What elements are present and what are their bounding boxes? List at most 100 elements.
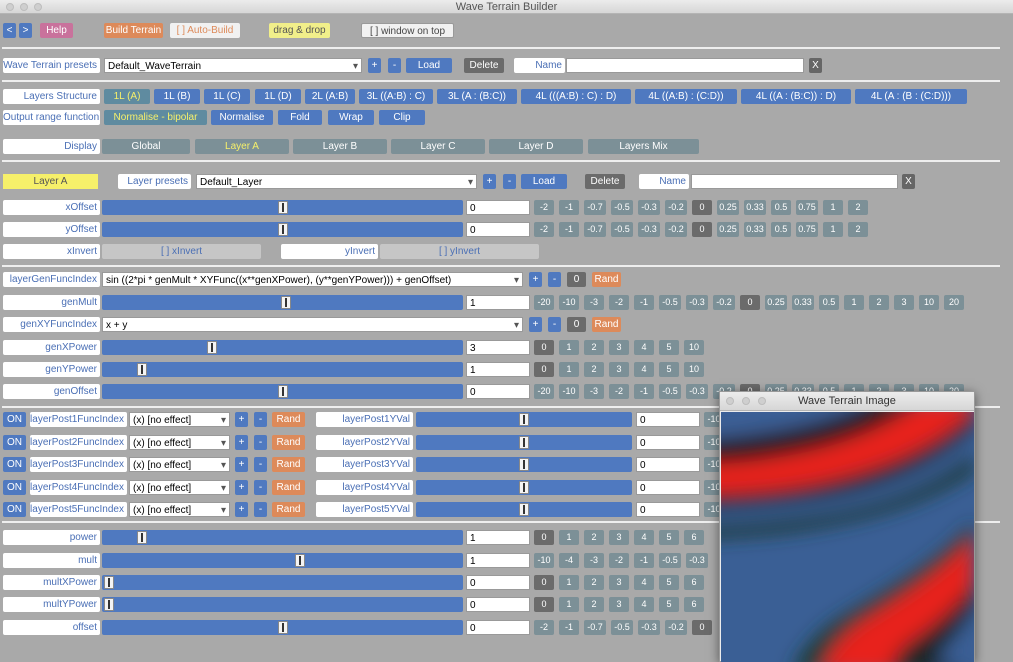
next-button[interactable]: > — [19, 23, 32, 38]
offset-slider[interactable] — [102, 620, 463, 635]
display-option-global[interactable]: Global — [102, 139, 190, 154]
gen-func-menu[interactable]: sin ((2*pi * genMult * XYFunc((x**genXPo… — [102, 272, 523, 287]
xoffset-preset-button[interactable]: 0.25 — [717, 200, 739, 215]
mult-x-power-preset-button[interactable]: 2 — [584, 575, 604, 590]
yoffset-preset-button[interactable]: -2 — [534, 222, 554, 237]
gen-x-power-preset-button[interactable]: 2 — [584, 340, 604, 355]
post-minus-button[interactable]: - — [254, 457, 267, 472]
mult-preset-button[interactable]: -2 — [609, 553, 629, 568]
layer-preset-load-button[interactable]: Load — [521, 174, 567, 189]
post-minus-button[interactable]: - — [254, 502, 267, 517]
power-preset-button[interactable]: 5 — [659, 530, 679, 545]
output-option-5[interactable]: Clip — [379, 110, 425, 125]
yoffset-preset-button[interactable]: -1 — [559, 222, 579, 237]
post-yval-slider[interactable] — [416, 502, 632, 517]
gen-mult-value[interactable]: 1 — [466, 295, 530, 310]
gen-mult-preset-button[interactable]: 10 — [919, 295, 939, 310]
gen-y-power-preset-button[interactable]: 3 — [609, 362, 629, 377]
power-preset-button[interactable]: 6 — [684, 530, 704, 545]
mult-preset-button[interactable]: -0.3 — [686, 553, 708, 568]
mult-x-power-preset-button[interactable]: 6 — [684, 575, 704, 590]
prev-button[interactable]: < — [3, 23, 16, 38]
structure-option-11[interactable]: 4L (A : (B : (C:D))) — [855, 89, 967, 104]
structure-option-2[interactable]: 1L (B) — [154, 89, 200, 104]
post-yval-slider[interactable] — [416, 479, 632, 495]
layer-presets-menu[interactable]: Default_Layer — [196, 174, 477, 189]
slider-handle[interactable] — [519, 435, 529, 449]
yoffset-slider[interactable] — [102, 222, 463, 237]
display-option-layer-d[interactable]: Layer D — [489, 139, 583, 154]
gen-offset-preset-button[interactable]: -0.5 — [659, 384, 681, 399]
gen-mult-preset-button[interactable]: 0.33 — [792, 295, 814, 310]
gen-offset-value[interactable]: 0 — [466, 384, 530, 399]
post-rand-button[interactable]: Rand — [272, 434, 305, 450]
gen-mult-preset-button[interactable]: 2 — [869, 295, 889, 310]
mult-x-power-value[interactable]: 0 — [466, 575, 530, 590]
build-terrain-button[interactable]: Build Terrain — [104, 23, 163, 38]
gen-x-power-preset-button[interactable]: 3 — [609, 340, 629, 355]
post-func-menu[interactable]: (x) [no effect] — [129, 479, 230, 495]
gen-mult-preset-button[interactable]: -20 — [534, 295, 554, 310]
gen-offset-preset-button[interactable]: -1 — [634, 384, 654, 399]
output-option-2[interactable]: Normalise — [211, 110, 273, 125]
layer-preset-delete-button[interactable]: Delete — [585, 174, 625, 189]
post-yval-value[interactable]: 0 — [636, 434, 700, 450]
preset-delete-button[interactable]: Delete — [464, 58, 504, 73]
offset-preset-button[interactable]: -2 — [534, 620, 554, 635]
gen-func-minus-button[interactable]: - — [548, 272, 561, 287]
offset-preset-button[interactable]: -0.2 — [665, 620, 687, 635]
mult-y-power-preset-button[interactable]: 0 — [534, 597, 554, 612]
post-on-toggle[interactable]: ON — [3, 479, 26, 495]
yinvert-toggle[interactable]: [ ] yInvert — [380, 244, 539, 259]
post-on-toggle[interactable]: ON — [3, 502, 26, 517]
gen-func-zero-button[interactable]: 0 — [567, 272, 586, 287]
slider-handle[interactable] — [281, 296, 291, 309]
yoffset-preset-button[interactable]: 2 — [848, 222, 868, 237]
vertical-scrollbar[interactable] — [1003, 14, 1013, 662]
structure-option-5[interactable]: 2L (A:B) — [305, 89, 355, 104]
post-yval-value[interactable]: 0 — [636, 479, 700, 495]
gen-offset-preset-button[interactable]: -20 — [534, 384, 554, 399]
mult-preset-button[interactable]: -4 — [559, 553, 579, 568]
gen-offset-preset-button[interactable]: -0.3 — [686, 384, 708, 399]
gen-mult-preset-button[interactable]: -1 — [634, 295, 654, 310]
slider-handle[interactable] — [519, 413, 529, 426]
layer-name-clear-button[interactable]: X — [902, 174, 915, 189]
structure-option-9[interactable]: 4L ((A:B) : (C:D)) — [635, 89, 737, 104]
xoffset-value[interactable]: 0 — [466, 200, 530, 215]
post-func-menu[interactable]: (x) [no effect] — [129, 434, 230, 450]
slider-handle[interactable] — [295, 554, 306, 567]
gen-mult-preset-button[interactable]: 20 — [944, 295, 964, 310]
post-plus-button[interactable]: + — [235, 479, 248, 495]
post-plus-button[interactable]: + — [235, 502, 248, 517]
offset-value[interactable]: 0 — [466, 620, 530, 635]
gen-mult-preset-button[interactable]: 0 — [740, 295, 760, 310]
post-yval-slider[interactable] — [416, 457, 632, 472]
structure-option-8[interactable]: 4L (((A:B) : C) : D) — [521, 89, 631, 104]
offset-preset-button[interactable]: -1 — [559, 620, 579, 635]
gen-xy-plus-button[interactable]: + — [529, 317, 542, 332]
structure-option-1[interactable]: 1L (A) — [104, 89, 150, 104]
layer-preset-minus-button[interactable]: - — [503, 174, 516, 189]
gen-y-power-preset-button[interactable]: 4 — [634, 362, 654, 377]
gen-y-power-preset-button[interactable]: 1 — [559, 362, 579, 377]
post-yval-slider[interactable] — [416, 434, 632, 450]
xoffset-preset-button[interactable]: 1 — [823, 200, 843, 215]
mult-y-power-preset-button[interactable]: 4 — [634, 597, 654, 612]
slider-handle[interactable] — [519, 480, 529, 494]
xoffset-preset-button[interactable]: -0.2 — [665, 200, 687, 215]
gen-offset-preset-button[interactable]: -10 — [559, 384, 579, 399]
mult-y-power-preset-button[interactable]: 2 — [584, 597, 604, 612]
display-option-layer-c[interactable]: Layer C — [391, 139, 485, 154]
post-rand-button[interactable]: Rand — [272, 457, 305, 472]
mult-preset-button[interactable]: -0.5 — [659, 553, 681, 568]
post-rand-button[interactable]: Rand — [272, 479, 305, 495]
display-option-layer-a[interactable]: Layer A — [195, 139, 289, 154]
xoffset-preset-button[interactable]: 0.5 — [771, 200, 791, 215]
structure-option-3[interactable]: 1L (C) — [204, 89, 250, 104]
slider-handle[interactable] — [277, 201, 288, 214]
mult-y-power-slider[interactable] — [102, 597, 463, 612]
xoffset-preset-button[interactable]: -1 — [559, 200, 579, 215]
yoffset-value[interactable]: 0 — [466, 222, 530, 237]
slider-handle[interactable] — [519, 503, 529, 516]
